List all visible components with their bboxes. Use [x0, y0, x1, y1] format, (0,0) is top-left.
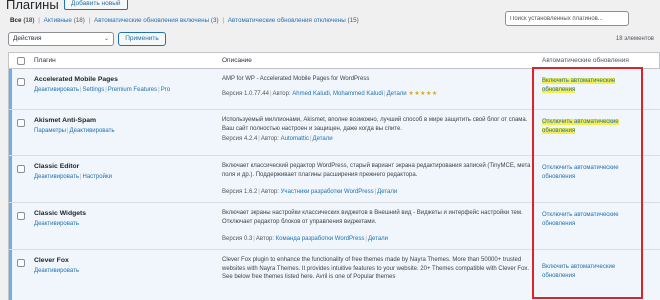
- plugins-table: Плагин Описание Автоматические обновлени…: [8, 52, 660, 300]
- column-plugin[interactable]: Плагин: [34, 57, 56, 64]
- table-row: Clever Fox Деактивировать Clever Fox plu…: [9, 250, 660, 300]
- table-row: Classic Widgets Деактивировать Включает …: [9, 203, 660, 250]
- deactivate-link[interactable]: Деактивировать: [34, 174, 79, 180]
- status-filter-links: Все (18) | Активные (18) | Автоматически…: [10, 17, 359, 24]
- column-description: Описание: [222, 57, 252, 64]
- settings-link[interactable]: Параметры: [34, 128, 66, 134]
- filter-active[interactable]: Активные (18): [44, 17, 85, 24]
- enable-auto-updates-link[interactable]: Включить автоматические обновления: [542, 77, 632, 95]
- plugin-name: Classic Editor: [34, 163, 80, 170]
- plugin-description: AMP for WP - Accelerated Mobile Pages fo…: [222, 76, 370, 82]
- row-checkbox[interactable]: [17, 78, 25, 86]
- bulk-actions-selected: Действия: [13, 35, 42, 42]
- author-link[interactable]: Automattic: [281, 136, 309, 142]
- disable-auto-updates-link[interactable]: Отключить автоматические обновления: [542, 164, 632, 182]
- plugin-meta: Версия 4.2.4|Автор: Automattic|Детали: [222, 136, 333, 142]
- select-all-checkbox[interactable]: [17, 57, 25, 65]
- plugin-meta: Версия 1.6.2|Автор: Участники разработки…: [222, 189, 398, 195]
- row-actions: Деактивировать: [34, 268, 79, 274]
- enable-auto-updates-link[interactable]: Включить автоматические обновления: [542, 263, 632, 281]
- add-new-button[interactable]: Добавить новый: [64, 0, 128, 10]
- table-row: Accelerated Mobile Pages Деактивировать|…: [9, 69, 660, 110]
- details-link[interactable]: Детали: [313, 136, 333, 142]
- chevron-down-icon: ⌄: [103, 36, 109, 42]
- deactivate-link[interactable]: Деактивировать: [34, 221, 79, 227]
- page-title: Плагины: [6, 0, 59, 12]
- row-actions: Параметры|Деактивировать: [34, 128, 115, 134]
- author-link[interactable]: Ahmed Kaludi, Mohammed Kaludi: [292, 91, 383, 97]
- plugin-meta: Версия 0.3|Автор: Команда разработки Wor…: [222, 236, 389, 242]
- apply-button[interactable]: Применить: [118, 32, 166, 46]
- row-actions: Деактивировать: [34, 221, 79, 227]
- plugin-name: Classic Widgets: [34, 210, 87, 217]
- details-link[interactable]: Детали: [387, 91, 407, 97]
- pro-link[interactable]: Pro: [161, 87, 170, 93]
- bulk-actions-select[interactable]: Действия ⌄: [8, 32, 114, 46]
- plugin-description: Используемый миллионами, Akismet, вполне…: [222, 117, 528, 132]
- filter-all[interactable]: Все (18): [10, 17, 35, 24]
- deactivate-link[interactable]: Деактивировать: [34, 268, 79, 274]
- plugin-name: Akismet Anti-Spam: [34, 117, 97, 124]
- table-row: Classic Editor Деактивировать|Настройки …: [9, 156, 660, 203]
- plugin-description: Включает классический редактор WordPress…: [222, 163, 531, 178]
- row-actions: Деактивировать|Settings|Premium Features…: [34, 87, 171, 93]
- disable-auto-updates-link[interactable]: Отключить автоматические обновления: [542, 211, 632, 229]
- settings-link[interactable]: Settings: [83, 87, 105, 93]
- settings-link[interactable]: Настройки: [83, 174, 112, 180]
- row-checkbox[interactable]: [17, 119, 25, 127]
- deactivate-link[interactable]: Деактивировать: [34, 87, 79, 93]
- plugin-description: Включает экраны настройки классических в…: [222, 210, 523, 225]
- premium-features-link[interactable]: Premium Features: [108, 87, 157, 93]
- author-link[interactable]: Участники разработки WordPress: [281, 189, 374, 195]
- row-checkbox[interactable]: [17, 165, 25, 173]
- disable-auto-updates-link[interactable]: Отключить автоматические обновления: [542, 118, 632, 136]
- plugin-meta: Версия 1.0.77.44|Автор: Ahmed Kaludi, Mo…: [222, 91, 438, 97]
- row-actions: Деактивировать|Настройки: [34, 174, 112, 180]
- column-auto-updates: Автоматические обновления: [542, 57, 629, 64]
- plugin-name: Clever Fox: [34, 257, 69, 264]
- items-count: 18 элементов: [615, 36, 654, 42]
- deactivate-link[interactable]: Деактивировать: [70, 128, 115, 134]
- filter-autoupdate-disabled[interactable]: Автоматические обновления отключены (15): [228, 17, 359, 24]
- table-row: Akismet Anti-Spam Параметры|Деактивирова…: [9, 110, 660, 156]
- filter-autoupdate-enabled[interactable]: Автоматические обновления включены (3): [94, 17, 219, 24]
- author-link[interactable]: Команда разработки WordPress: [276, 236, 365, 242]
- plugin-name: Accelerated Mobile Pages: [34, 76, 118, 83]
- row-checkbox[interactable]: [17, 212, 25, 220]
- rating-stars: ★★★★★: [408, 91, 438, 97]
- plugin-description: Clever Fox plugin to enhance the functio…: [222, 257, 530, 280]
- search-plugins-input[interactable]: [505, 11, 629, 26]
- details-link[interactable]: Детали: [377, 189, 397, 195]
- table-header: Плагин Описание Автоматические обновлени…: [9, 53, 659, 69]
- details-link[interactable]: Детали: [368, 236, 388, 242]
- row-checkbox[interactable]: [17, 259, 25, 267]
